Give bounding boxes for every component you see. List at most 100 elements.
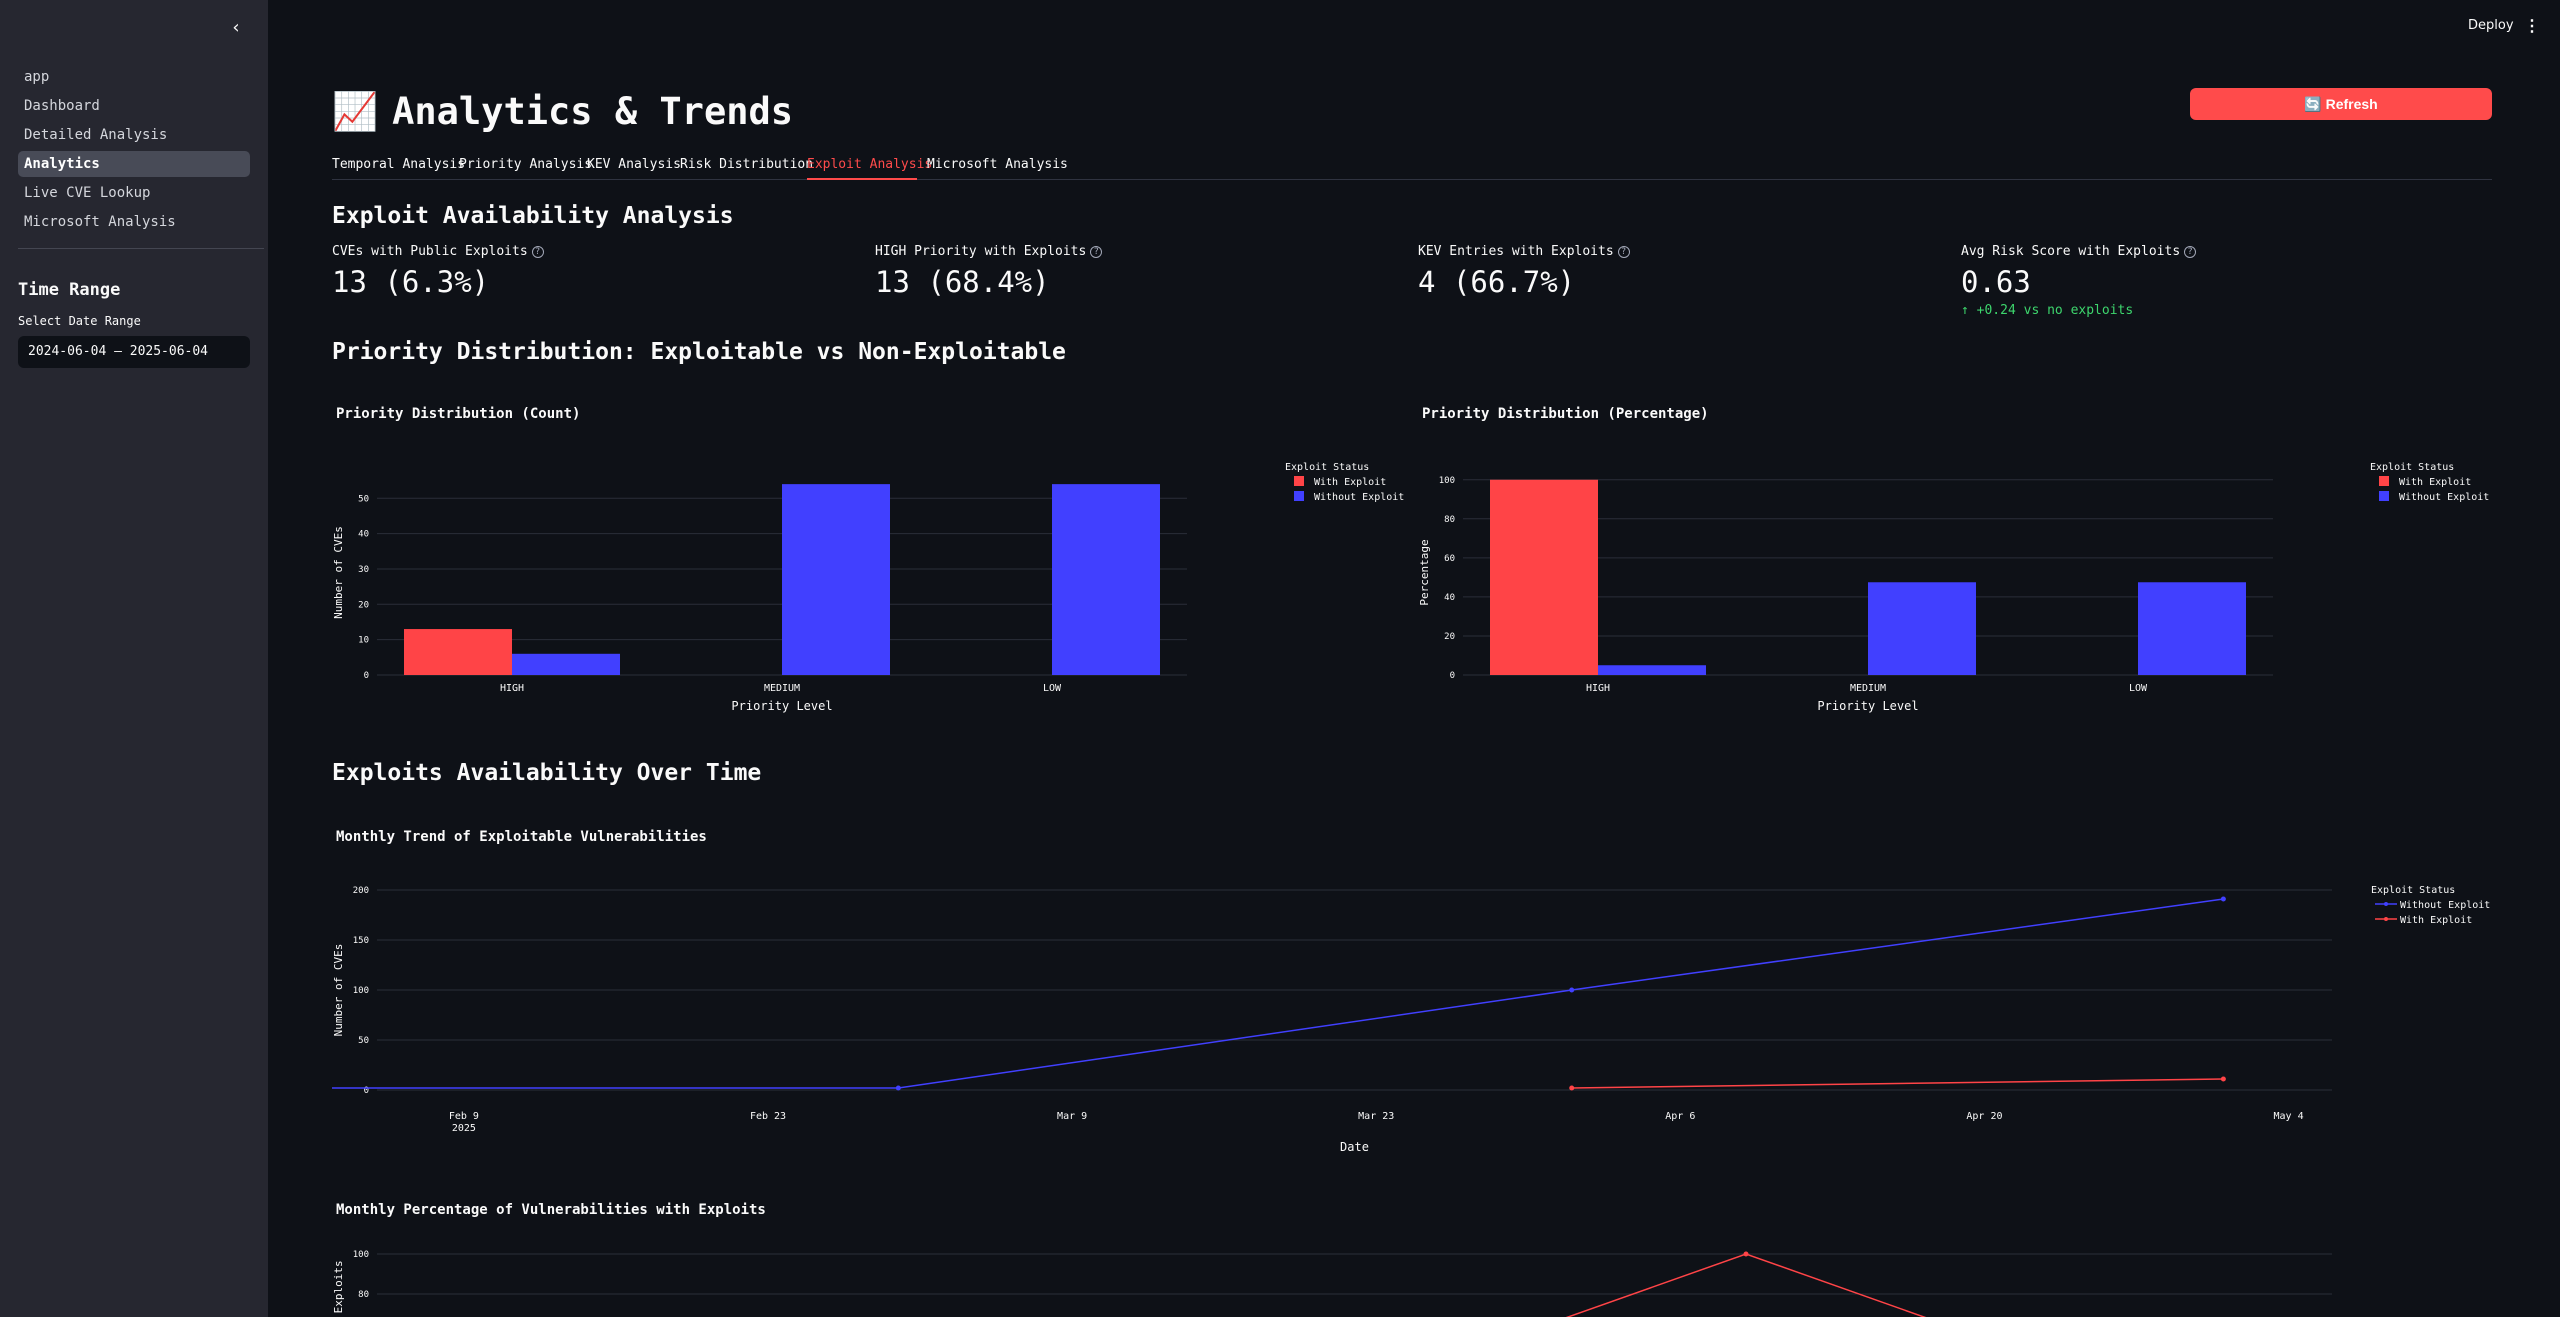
x-tick-label: 2025 — [452, 1123, 476, 1134]
series-line — [1565, 1253, 1927, 1317]
sidebar-item-microsoft-analysis[interactable]: Microsoft Analysis — [18, 209, 250, 235]
page-title-text: Analytics & Trends — [392, 90, 794, 133]
y-tick-label: 0 — [364, 671, 369, 681]
y-tick-label: 30 — [358, 565, 369, 575]
metric-value: 13 (68.4%) — [875, 265, 1050, 299]
bar — [782, 484, 890, 675]
legend-label: With Exploit — [2400, 915, 2472, 926]
refresh-button[interactable]: 🔄 Refresh — [2190, 88, 2492, 120]
data-point — [895, 1085, 901, 1091]
x-tick-label: May 4 — [2274, 1111, 2304, 1122]
series-line — [1571, 1078, 2224, 1089]
y-tick-label: 200 — [353, 886, 369, 896]
legend-swatch — [2379, 491, 2389, 501]
sidebar-nav: app Dashboard Detailed Analysis Analytic… — [18, 64, 250, 238]
y-tick-label: 40 — [358, 530, 369, 540]
legend-swatch — [1294, 491, 1304, 501]
metric-value: 0.63 — [1961, 265, 2031, 299]
active-tab-indicator — [807, 178, 917, 180]
deploy-button[interactable]: Deploy — [2468, 18, 2514, 33]
x-axis-label: Date — [1340, 1140, 1369, 1154]
tab-microsoft-analysis[interactable]: Microsoft Analysis — [927, 157, 1068, 172]
y-tick-label: 100 — [1439, 476, 1455, 486]
x-tick-label: LOW — [2129, 683, 2148, 694]
priority-distribution-heading: Priority Distribution: Exploitable vs No… — [332, 339, 1066, 365]
y-tick-label: 100 — [353, 1250, 369, 1260]
y-tick-label: 150 — [353, 936, 369, 946]
chart-title-monthly-percentage: Monthly Percentage of Vulnerabilities wi… — [336, 1202, 766, 1218]
x-tick-label: Feb 9 — [449, 1111, 479, 1122]
sidebar: ‹ app Dashboard Detailed Analysis Analyt… — [0, 0, 268, 1317]
tab-exploit-analysis[interactable]: Exploit Analysis — [807, 157, 932, 172]
sidebar-item-app[interactable]: app — [18, 64, 250, 90]
metric-public-exploits: CVEs with Public Exploits? 13 (6.3%) — [332, 244, 544, 299]
kebab-menu-icon[interactable]: ⋮ — [2524, 16, 2540, 35]
x-axis-label: Priority Level — [731, 699, 832, 713]
y-axis-label: Percentage — [1418, 539, 1431, 605]
y-axis-label: % with Exploits — [332, 1260, 345, 1317]
y-axis-label: Number of CVEs — [332, 944, 345, 1037]
chart-title-percentage: Priority Distribution (Percentage) — [1422, 406, 1709, 422]
series-line — [332, 898, 2224, 1089]
bar — [1868, 582, 1976, 675]
time-range-title: Time Range — [18, 280, 121, 300]
help-icon[interactable]: ? — [531, 245, 544, 258]
y-tick-label: 0 — [1450, 671, 1455, 681]
x-tick-label: Feb 23 — [750, 1111, 786, 1122]
y-tick-label: 20 — [1444, 632, 1455, 642]
y-tick-label: 50 — [358, 494, 369, 504]
legend-label: With Exploit — [2399, 477, 2471, 488]
sidebar-item-dashboard[interactable]: Dashboard — [18, 93, 250, 119]
chart-title-monthly-trend: Monthly Trend of Exploitable Vulnerabili… — [336, 829, 707, 845]
metric-label: CVEs with Public Exploits — [332, 244, 528, 259]
x-axis-label: Priority Level — [1817, 699, 1918, 713]
legend-marker — [2384, 917, 2388, 921]
legend-swatch — [1294, 476, 1304, 486]
help-icon[interactable]: ? — [1617, 245, 1630, 258]
y-axis-label: Number of CVEs — [332, 526, 345, 619]
sidebar-item-live-cve-lookup[interactable]: Live CVE Lookup — [18, 180, 250, 206]
legend-swatch — [2379, 476, 2389, 486]
exploit-availability-heading: Exploit Availability Analysis — [332, 203, 734, 229]
y-tick-label: 80 — [358, 1290, 369, 1300]
legend-title: Exploit Status — [2371, 885, 2455, 896]
x-tick-label: MEDIUM — [1850, 683, 1886, 694]
chevron-left-icon[interactable]: ‹ — [226, 18, 246, 38]
legend-title: Exploit Status — [2370, 462, 2454, 473]
bar — [404, 629, 512, 675]
help-icon[interactable]: ? — [2184, 245, 2197, 258]
priority-count-chart: 0 10 20 30 40 50 HIGH MEDIUM LOW Priority Level Nu… — [332, 462, 1404, 713]
x-tick-label: Apr 6 — [1665, 1111, 1695, 1122]
priority-percentage-chart: 0 20 40 60 80 100 HIGH MEDIUM LOW Priority Level P… — [1418, 462, 2489, 713]
x-tick-label: LOW — [1043, 683, 1062, 694]
y-tick-label: 40 — [1444, 593, 1455, 603]
y-tick-label: 20 — [358, 600, 369, 610]
tab-risk-distribution[interactable]: Risk Distribution — [680, 157, 813, 172]
date-range-input[interactable]: 2024-06-04 – 2025-06-04 — [18, 336, 250, 368]
tab-priority-analysis[interactable]: Priority Analysis — [459, 157, 592, 172]
bar — [1598, 665, 1706, 675]
metric-avg-risk-score: Avg Risk Score with Exploits? 0.63 ↑ +0.… — [1961, 244, 2197, 318]
metric-label: Avg Risk Score with Exploits — [1961, 244, 2181, 259]
metric-label: KEV Entries with Exploits — [1418, 244, 1614, 259]
metric-label: HIGH Priority with Exploits — [875, 244, 1087, 259]
data-point — [1569, 987, 1575, 993]
sidebar-item-detailed-analysis[interactable]: Detailed Analysis — [18, 122, 250, 148]
help-icon[interactable]: ? — [1090, 245, 1103, 258]
date-range-label: Select Date Range — [18, 314, 141, 328]
legend-title: Exploit Status — [1285, 462, 1369, 473]
sidebar-item-analytics[interactable]: Analytics — [18, 151, 250, 177]
bar — [2138, 582, 2246, 675]
x-tick-label: Apr 20 — [1966, 1111, 2002, 1122]
metric-delta: ↑ +0.24 vs no exploits — [1961, 303, 2134, 318]
x-tick-label: HIGH — [1586, 683, 1610, 694]
monthly-percentage-chart: 80 100 % with Exploits — [332, 1250, 2332, 1317]
data-point — [1569, 1085, 1575, 1091]
tab-kev-analysis[interactable]: KEV Analysis — [587, 157, 681, 172]
bar — [512, 653, 620, 675]
metric-value: 4 (66.7%) — [1418, 265, 1576, 299]
monthly-trend-chart: 050100150200Feb 92025Feb 23 Mar 9 Mar 23 Ap… — [332, 885, 2490, 1154]
tab-temporal-analysis[interactable]: Temporal Analysis — [332, 157, 465, 172]
metric-high-priority-exploits: HIGH Priority with Exploits? 13 (68.4%) — [875, 244, 1103, 299]
legend-label: Without Exploit — [2399, 492, 2489, 503]
